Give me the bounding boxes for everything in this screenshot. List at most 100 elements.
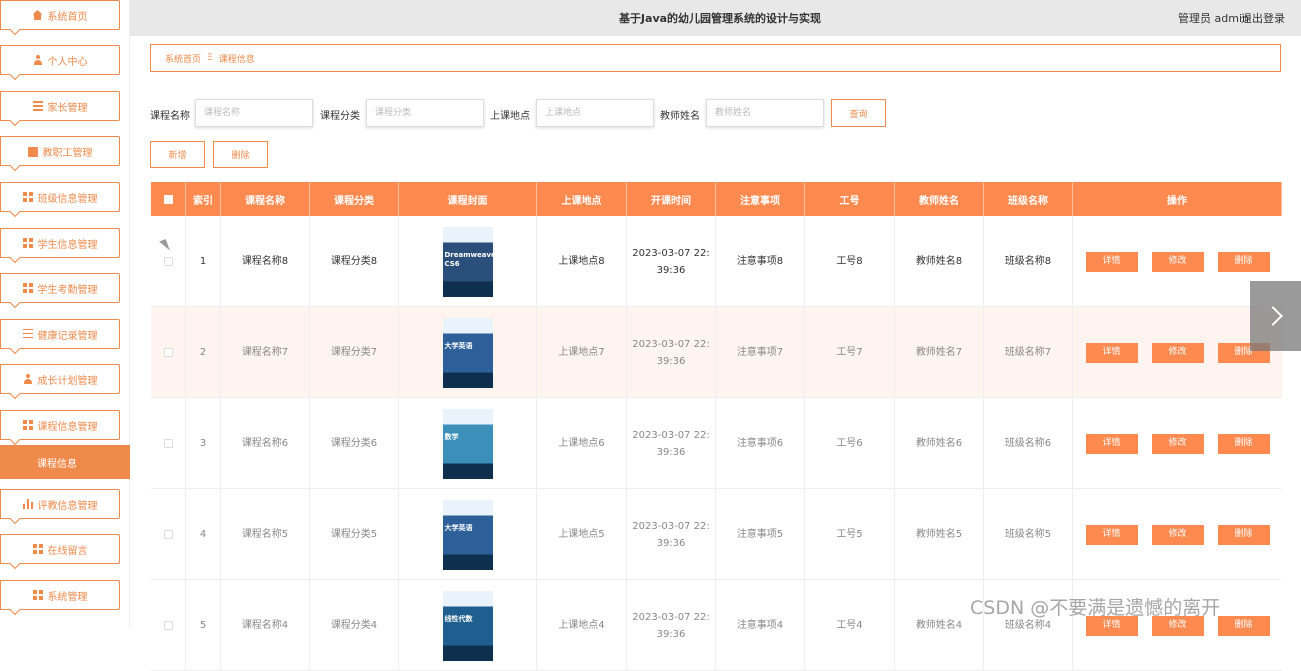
sidebar-item-3[interactable]: 教职工管理 [0,136,120,166]
course-cover-image[interactable]: 线性代数 [442,590,493,661]
detail-button[interactable]: 详情 [1085,342,1138,363]
row-checkbox[interactable] [163,257,173,266]
start-time-cell: 2023-03-07 22: 39:36 [627,307,716,398]
location-cell: 上课地点5 [537,489,627,580]
sidebar-item-label: 课程信息管理 [37,421,98,433]
row-index: 3 [186,398,221,489]
breadcrumb-current: 课程信息 [218,54,255,65]
column-header: 上课地点 [537,182,627,216]
sidebar-item-label: 教职工管理 [42,147,93,159]
sidebar-item-label: 班级信息管理 [37,193,98,205]
course-name-cell: 课程名称5 [221,489,310,580]
menu-tab-notch [9,609,21,616]
sidebar-item-2[interactable]: 家长管理 [0,91,120,121]
user-icon [33,55,43,65]
row-checkbox[interactable] [163,439,173,448]
teacher-name-cell: 教师姓名6 [895,398,984,489]
table-row: 2 课程名称7 课程分类7 大学英语 上课地点7 2023-03-07 22: 39:36 注… [151,307,1282,398]
delete-button[interactable]: 删除 [1217,524,1270,545]
delete-button[interactable]: 删除 [1217,433,1270,454]
delete-button[interactable]: 删除 [1217,251,1270,272]
sidebar-item-1[interactable]: 个人中心 [0,45,120,75]
course-category-input[interactable] [366,99,484,127]
note-cell: 注意事项6 [716,398,805,489]
row-checkbox[interactable] [163,621,173,630]
column-header: 工号 [805,182,895,216]
detail-button[interactable]: 详情 [1085,524,1138,545]
edit-button[interactable]: 修改 [1151,524,1204,545]
row-checkbox[interactable] [163,348,173,357]
sidebar-item-label: 系统首页 [47,11,88,23]
edit-button[interactable]: 修改 [1151,251,1204,272]
column-header: 开课时间 [627,182,716,216]
next-arrow-icon[interactable] [1250,281,1301,351]
search-label-teacher: 教师姓名 [660,111,700,122]
cover-title: 大学英语 [444,523,473,532]
row-index: 4 [186,489,221,580]
edit-button[interactable]: 修改 [1151,342,1204,363]
sidebar-item-4[interactable]: 班级信息管理 [0,182,120,212]
sidebar-item-label: 评教信息管理 [37,500,98,512]
job-number-cell: 工号6 [805,398,895,489]
row-actions: 详情 修改 删除 [1073,398,1282,489]
column-header: 操作 [1073,182,1282,216]
course-category-cell: 课程分类8 [310,216,399,307]
teacher-name-cell: 教师姓名5 [895,489,984,580]
row-actions: 详情 修改 删除 [1073,489,1282,580]
breadcrumb-home[interactable]: 系统首页 [165,52,201,65]
sidebar-item-8[interactable]: 成长计划管理 [0,364,120,394]
location-cell: 上课地点4 [537,580,627,671]
sidebar-item-5[interactable]: 学生信息管理 [0,228,120,258]
sidebar-item-11[interactable]: 在线留言 [0,534,120,564]
sidebar-item-label: 家长管理 [47,102,88,114]
sidebar-item-0[interactable]: 系统首页 [0,0,120,30]
course-category-cell: 课程分类6 [310,398,399,489]
sidebar-item-10[interactable]: 评教信息管理 [0,489,120,519]
job-number-cell: 工号8 [805,216,895,307]
note-cell: 注意事项5 [716,489,805,580]
breadcrumb: 系统首页 Ξ 课程信息 [150,44,1281,72]
location-cell: 上课地点8 [537,216,627,307]
row-index: 2 [186,307,221,398]
course-name-input[interactable] [195,99,313,127]
detail-button[interactable]: 详情 [1085,251,1138,272]
detail-button[interactable]: 详情 [1085,433,1138,454]
menu-tab-notch [9,302,21,309]
select-all-checkbox[interactable] [163,194,173,204]
location-input[interactable] [536,99,654,127]
column-header: 课程封面 [399,182,537,216]
batch-delete-button[interactable]: 删除 [213,141,268,168]
course-cover-image[interactable]: Dreamweaver CS6 [442,226,493,297]
course-cover-image[interactable]: 大学英语 [442,499,493,570]
edit-button[interactable]: 修改 [1151,433,1204,454]
menu-tab-notch [9,257,21,264]
row-select-cell [151,398,186,489]
sidebar-item-9[interactable]: 课程信息管理 [0,410,120,440]
class-name-cell: 班级名称8 [984,216,1073,307]
sidebar-item-6[interactable]: 学生考勤管理 [0,273,120,303]
add-button[interactable]: 新增 [150,141,205,168]
sidebar-item-12[interactable]: 系统管理 [0,580,120,610]
course-cover-image[interactable]: 数学 [442,408,493,479]
location-cell: 上课地点6 [537,398,627,489]
search-label-course-name: 课程名称 [150,111,190,122]
table-row: 3 课程名称6 课程分类6 数学 上课地点6 2023-03-07 22: 39:36 注意事… [151,398,1282,489]
table-header: 索引 课程名称 课程分类 课程封面 上课地点 开课时间 注意事项 工号 教师姓名 班级名称 操作 [151,182,1282,216]
course-category-cell: 课程分类5 [310,489,399,580]
sidebar-subitem-course-info[interactable]: 课程信息 [0,445,130,479]
sidebar-item-7[interactable]: 健康记录管理 [0,319,120,349]
search-label-location: 上课地点 [490,111,530,122]
briefcase-icon [27,147,38,157]
teacher-name-input[interactable] [706,99,824,127]
logout-link[interactable]: 退出登录 [1241,10,1285,26]
list-icon [32,101,43,111]
start-time-cell: 2023-03-07 22: 39:36 [627,489,716,580]
cover-title: 线性代数 [444,614,473,623]
query-button[interactable]: 查询 [831,99,886,127]
start-time-date: 2023-03-07 22: [632,429,710,441]
delete-button[interactable]: 删除 [1217,615,1270,636]
row-checkbox[interactable] [163,530,173,539]
app-title: 基于Java的幼儿园管理系统的设计与实现 [618,12,822,25]
column-header: 班级名称 [984,182,1073,216]
course-cover-image[interactable]: 大学英语 [442,317,493,388]
